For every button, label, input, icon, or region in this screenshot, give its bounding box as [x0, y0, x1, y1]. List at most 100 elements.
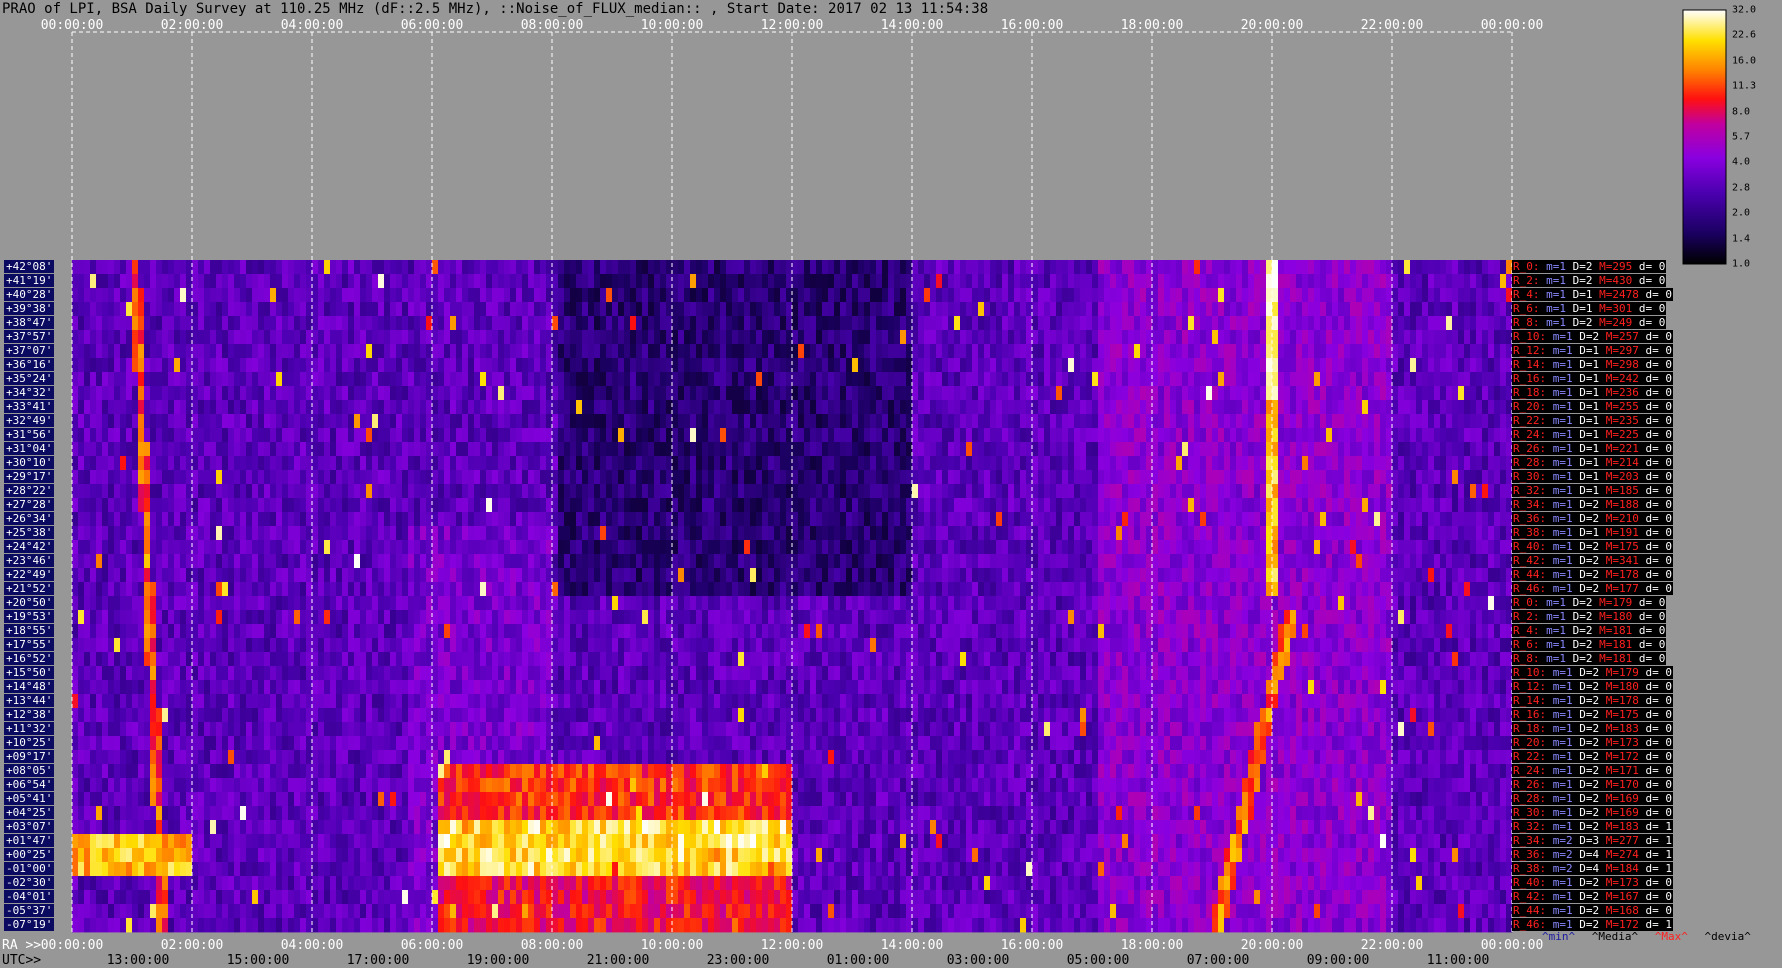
heatmap-cell — [1272, 484, 1279, 499]
heatmap-cell — [690, 260, 697, 275]
heatmap-cell — [744, 498, 751, 513]
heatmap-cell — [1230, 498, 1237, 513]
heatmap-cell — [1158, 526, 1165, 541]
heatmap-cell — [792, 358, 799, 373]
heatmap-cell — [864, 358, 871, 373]
heatmap-cell — [1464, 260, 1471, 275]
heatmap-cell — [648, 260, 655, 275]
heatmap-cell — [672, 484, 679, 499]
heatmap-cell — [1500, 274, 1507, 289]
heatmap-cell — [1368, 484, 1375, 499]
heatmap-cell — [150, 274, 157, 289]
heatmap-cell — [912, 498, 919, 513]
heatmap-cell — [1272, 316, 1279, 331]
heatmap-cell — [510, 288, 517, 303]
heatmap-cell — [354, 484, 361, 499]
heatmap-cell — [318, 386, 325, 401]
heatmap-cell — [1212, 274, 1219, 289]
heatmap-cell — [1320, 414, 1327, 429]
heatmap-cell — [396, 526, 403, 541]
heatmap-cell — [804, 274, 811, 289]
heatmap-cell — [210, 358, 217, 373]
heatmap-cell — [654, 442, 661, 457]
heatmap-cell — [528, 400, 535, 415]
heatmap-cell — [426, 498, 433, 513]
heatmap-cell — [654, 484, 661, 499]
heatmap-cell — [522, 274, 529, 289]
heatmap-cell — [1038, 344, 1045, 359]
heatmap-cell — [336, 316, 343, 331]
heatmap-cell — [1344, 372, 1351, 387]
heatmap-cell — [1176, 400, 1183, 415]
heatmap-cell — [1458, 498, 1465, 513]
heatmap-cell — [822, 540, 829, 555]
heatmap-cell — [1038, 330, 1045, 345]
heatmap-cell — [318, 414, 325, 429]
heatmap-cell — [366, 526, 373, 541]
heatmap-cell — [96, 316, 103, 331]
heatmap-cell — [330, 372, 337, 387]
heatmap-cell — [1470, 400, 1477, 415]
heatmap-cell — [750, 540, 757, 555]
heatmap-cell — [516, 526, 523, 541]
heatmap-cell — [666, 470, 673, 485]
heatmap-cell — [1434, 260, 1441, 275]
heatmap-cell — [960, 428, 967, 443]
heatmap-cell — [282, 498, 289, 513]
heatmap-cell — [912, 288, 919, 303]
heatmap-cell — [1470, 274, 1477, 289]
heatmap-cell — [102, 428, 109, 443]
heatmap-cell — [840, 470, 847, 485]
heatmap-cell — [1218, 288, 1225, 303]
heatmap-cell — [1104, 414, 1111, 429]
heatmap-cell — [1092, 470, 1099, 485]
heatmap-cell — [1218, 274, 1225, 289]
heatmap-cell — [858, 484, 865, 499]
heatmap-cell — [1200, 484, 1207, 499]
heatmap-cell — [756, 470, 763, 485]
heatmap-cell — [564, 540, 571, 555]
heatmap-cell — [564, 386, 571, 401]
heatmap-cell — [1314, 302, 1321, 317]
heatmap-cell — [636, 470, 643, 485]
heatmap-cell — [348, 484, 355, 499]
heatmap-cell — [1398, 330, 1405, 345]
heatmap-cell — [774, 330, 781, 345]
heatmap-cell — [750, 498, 757, 513]
heatmap-cell — [1464, 484, 1471, 499]
heatmap-cell — [840, 316, 847, 331]
heatmap-cell — [1092, 400, 1099, 415]
heatmap-cell — [744, 540, 751, 555]
heatmap-cell — [732, 330, 739, 345]
heatmap-cell — [102, 358, 109, 373]
heatmap-cell — [282, 344, 289, 359]
heatmap-cell — [300, 400, 307, 415]
heatmap-cell — [1326, 400, 1333, 415]
heatmap-cell — [510, 358, 517, 373]
heatmap-cell — [1074, 274, 1081, 289]
heatmap-cell — [702, 344, 709, 359]
heatmap-cell — [558, 260, 565, 275]
heatmap-cell — [1122, 400, 1129, 415]
heatmap-cell — [318, 540, 325, 555]
heatmap-cell — [468, 372, 475, 387]
heatmap-cell — [648, 330, 655, 345]
heatmap-cell — [1398, 428, 1405, 443]
heatmap-cell — [210, 274, 217, 289]
heatmap-cell — [1308, 526, 1315, 541]
heatmap-cell — [960, 316, 967, 331]
heatmap-cell — [1068, 302, 1075, 317]
heatmap-cell — [156, 302, 163, 317]
heatmap-cell — [1038, 358, 1045, 373]
heatmap-cell — [288, 484, 295, 499]
heatmap-cell — [108, 428, 115, 443]
heatmap-cell — [1086, 442, 1093, 457]
heatmap-cell — [768, 470, 775, 485]
heatmap-cell — [558, 358, 565, 373]
heatmap-cell — [774, 428, 781, 443]
heatmap-cell — [834, 288, 841, 303]
heatmap-cell — [1086, 316, 1093, 331]
heatmap-cell — [1098, 512, 1105, 527]
heatmap-cell — [1434, 344, 1441, 359]
heatmap-cell — [306, 288, 313, 303]
